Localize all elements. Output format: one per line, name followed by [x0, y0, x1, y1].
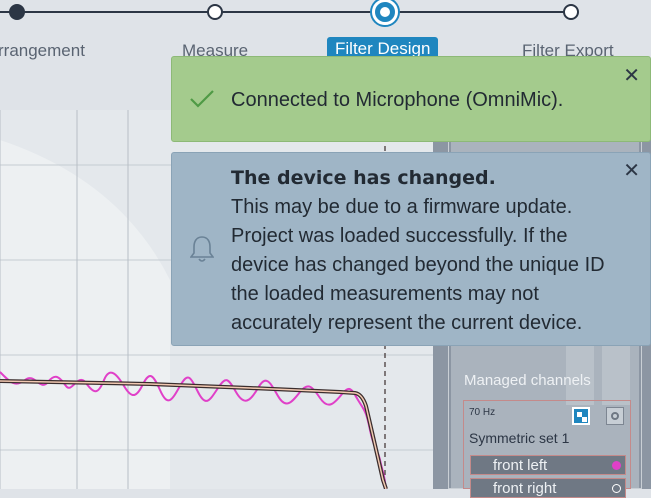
info-toast-line: accurately represent the current device. — [231, 312, 583, 334]
stepper-track — [0, 11, 571, 13]
info-toast-line: Project was loaded successfully. If the — [231, 225, 568, 247]
channel-color-dot — [612, 461, 621, 470]
info-toast-title: The device has changed. — [231, 167, 496, 189]
step-label-arrangement[interactable]: rrangement — [0, 41, 85, 61]
close-icon[interactable]: ✕ — [623, 158, 640, 183]
group-name: Symmetric set 1 — [469, 430, 570, 446]
close-icon[interactable]: ✕ — [623, 63, 640, 88]
step-dot-measure[interactable] — [207, 4, 223, 20]
check-icon — [190, 90, 214, 108]
link-icon-square-b — [582, 417, 587, 422]
info-toast-body: The device has changed. This may be due … — [231, 164, 605, 338]
bell-icon — [190, 236, 214, 262]
info-toast-line: device has changed beyond the unique ID — [231, 254, 605, 276]
info-toast-line: the loaded measurements may not — [231, 283, 539, 305]
settings-icon-ring — [611, 412, 619, 420]
panel-slot-2 — [602, 345, 630, 405]
step-dot-arrangement[interactable] — [9, 4, 25, 20]
link-icon[interactable] — [572, 407, 590, 425]
channel-label: front left — [493, 457, 548, 474]
info-toast: The device has changed. This may be due … — [171, 152, 651, 346]
channel-row-front-right[interactable]: front right — [470, 478, 626, 498]
info-toast-line: This may be due to a firmware update. — [231, 196, 573, 218]
channel-row-front-left[interactable]: front left — [470, 455, 626, 475]
managed-channels-title: Managed channels — [464, 372, 591, 389]
step-dot-filter-design[interactable] — [372, 0, 398, 25]
success-toast: Connected to Microphone (OmniMic). ✕ — [171, 56, 651, 142]
group-crossover-freq: 70 Hz — [469, 407, 496, 418]
settings-icon[interactable] — [606, 407, 624, 425]
success-toast-message: Connected to Microphone (OmniMic). — [231, 89, 564, 111]
step-dot-filter-export[interactable] — [563, 4, 579, 20]
